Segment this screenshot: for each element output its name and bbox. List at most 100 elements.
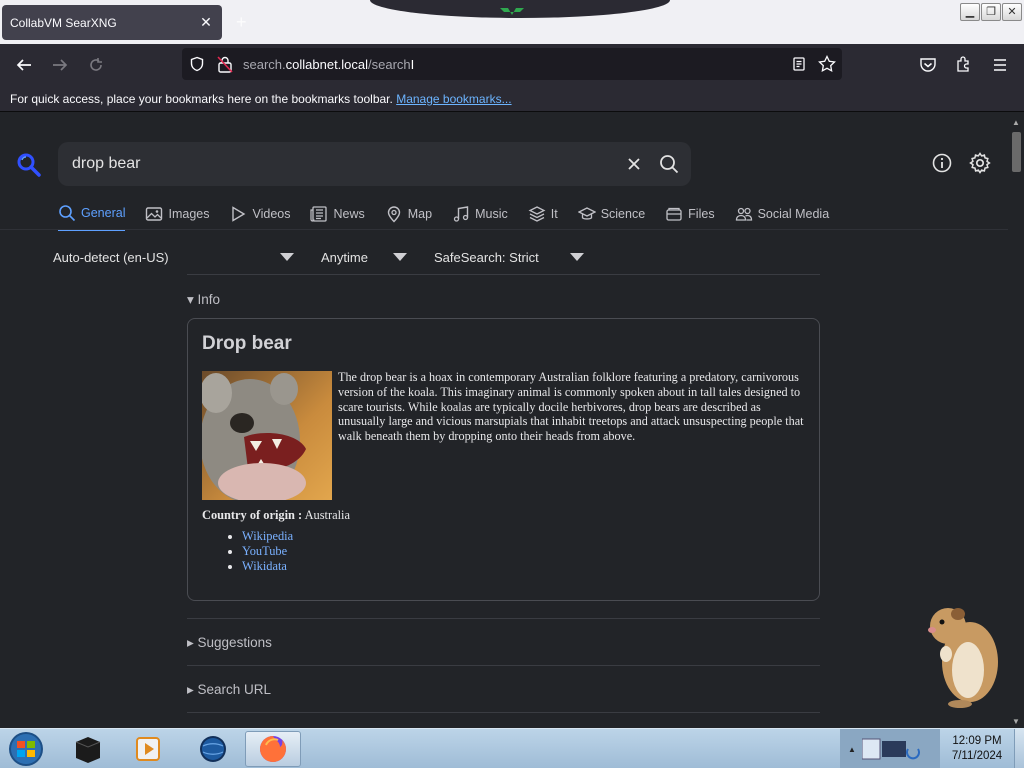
clock-date: 7/11/2024 — [951, 750, 1003, 762]
infobox-description: The drop bear is a hoax in contemporary … — [338, 370, 804, 444]
new-tab-button[interactable]: + — [236, 12, 247, 33]
wikipedia-link[interactable]: Wikipedia — [242, 529, 293, 543]
tab-files-label: Files — [688, 207, 715, 221]
tab-music-label: Music — [475, 207, 508, 221]
insecure-lock-icon[interactable] — [217, 55, 233, 73]
clear-search-icon[interactable] — [626, 156, 642, 172]
arrow-right-icon — [53, 59, 68, 71]
title-bar: CollabVM SearXNG ✕ + ▁ ❐ ✕ — [0, 0, 1024, 44]
tab-music[interactable]: Music — [452, 204, 508, 231]
search-box: drop bear — [58, 142, 691, 186]
taskbar-terminal[interactable] — [60, 731, 116, 767]
firefox-icon — [260, 736, 286, 762]
search-url-toggle[interactable]: ▸ Search URL — [187, 682, 271, 698]
minimize-button[interactable]: ▁ — [960, 3, 980, 21]
tab-images-label: Images — [168, 207, 210, 221]
tab-close-icon[interactable]: ✕ — [198, 14, 214, 30]
info-icon[interactable] — [931, 152, 953, 174]
reload-button[interactable] — [84, 53, 108, 77]
header-divider — [0, 229, 1008, 230]
wikidata-link[interactable]: Wikidata — [242, 559, 287, 573]
shield-icon[interactable] — [189, 56, 205, 72]
tab-files[interactable]: Files — [665, 204, 715, 231]
map-pin-icon — [387, 206, 400, 223]
taskbar-media-player[interactable] — [120, 731, 176, 767]
tab-general[interactable]: General — [58, 204, 126, 231]
section-divider — [187, 618, 820, 619]
drop-bear-image[interactable] — [202, 371, 332, 500]
bookmark-star-icon[interactable] — [818, 55, 836, 73]
attribute-value: Australia — [304, 508, 350, 522]
tab-social-media[interactable]: Social Media — [735, 204, 830, 231]
youtube-link[interactable]: YouTube — [242, 544, 287, 558]
back-button[interactable] — [12, 53, 36, 77]
bookmarks-hint: For quick access, place your bookmarks h… — [10, 92, 393, 106]
media-player-icon — [136, 737, 160, 761]
url-domain: collabnet.local — [285, 57, 369, 72]
forward-button[interactable] — [48, 53, 72, 77]
time-range-select[interactable]: Anytime — [321, 250, 368, 265]
infobox-attribute: Country of origin : Australia — [202, 508, 350, 523]
list-item: YouTube — [242, 544, 293, 559]
image-icon — [146, 207, 163, 221]
scroll-up-icon[interactable]: ▲ — [1012, 118, 1020, 127]
url-subdomain: search. — [243, 57, 286, 72]
hamster-mascot-image[interactable] — [920, 600, 1004, 710]
safesearch-select[interactable]: SafeSearch: Strict — [434, 250, 539, 265]
pocket-icon[interactable] — [919, 56, 937, 74]
page-scrollbar[interactable]: ▲ ▼ — [1008, 112, 1024, 728]
show-desktop-button[interactable] — [1014, 729, 1024, 768]
list-item: Wikipedia — [242, 529, 293, 544]
scroll-down-icon[interactable]: ▼ — [1012, 717, 1020, 726]
suggestions-toggle[interactable]: ▸ Suggestions — [187, 635, 272, 651]
close-window-button[interactable]: ✕ — [1002, 3, 1022, 21]
scroll-thumb[interactable] — [1012, 132, 1021, 172]
taskbar-clock[interactable]: 12:09 PM 7/11/2024 — [942, 734, 1012, 764]
url-text[interactable]: search.collabnet.local/searchI — [243, 57, 414, 72]
layers-icon — [528, 206, 546, 222]
tray-program-icon[interactable] — [862, 737, 920, 761]
extensions-icon[interactable] — [955, 55, 973, 73]
tab-images[interactable]: Images — [145, 204, 209, 231]
infobox: Drop bear The drop bear is a hoax in con… — [187, 318, 820, 601]
tab-videos[interactable]: Videos — [229, 204, 290, 231]
language-select[interactable]: Auto-detect (en-US) — [53, 250, 169, 265]
restore-button[interactable]: ❐ — [981, 3, 1001, 21]
tray-expand-icon[interactable]: ▲ — [848, 745, 856, 754]
chevron-down-icon[interactable] — [393, 253, 407, 261]
search-submit-icon[interactable] — [658, 153, 680, 175]
files-icon — [666, 207, 682, 221]
tab-map[interactable]: Map — [385, 204, 432, 231]
searxng-logo-icon[interactable] — [16, 152, 42, 178]
start-orb-icon[interactable] — [6, 730, 46, 768]
search-input[interactable]: drop bear — [72, 155, 141, 173]
vm-indicator-icon — [500, 8, 524, 15]
tab-collabvm-searxng[interactable]: CollabVM SearXNG ✕ — [2, 5, 222, 40]
manage-bookmarks-link[interactable]: Manage bookmarks... — [396, 92, 511, 106]
reload-icon — [90, 58, 102, 71]
taskbar-browser[interactable] — [185, 731, 241, 767]
tab-it[interactable]: It — [528, 204, 558, 231]
settings-gear-icon[interactable] — [968, 151, 992, 175]
tab-news[interactable]: News — [310, 204, 365, 231]
url-bar[interactable]: search.collabnet.local/searchI — [182, 48, 842, 80]
tab-it-label: It — [550, 207, 558, 221]
taskbar-firefox[interactable] — [245, 731, 301, 767]
system-tray: ▲ — [840, 729, 940, 768]
chevron-down-icon[interactable] — [280, 253, 294, 261]
globe-icon — [200, 736, 226, 762]
people-icon — [735, 207, 752, 221]
tab-science[interactable]: Science — [577, 204, 645, 231]
school-icon — [577, 207, 596, 220]
bookmarks-toolbar: For quick access, place your bookmarks h… — [0, 86, 1024, 112]
section-divider — [187, 665, 820, 666]
clock-time: 12:09 PM — [952, 735, 1002, 747]
chevron-down-icon[interactable] — [570, 253, 584, 261]
list-item: Wikidata — [242, 559, 293, 574]
menu-icon[interactable] — [991, 56, 1009, 74]
play-icon — [232, 206, 246, 222]
tab-social-media-label: Social Media — [757, 207, 830, 221]
reader-view-icon[interactable] — [791, 56, 807, 72]
info-section-toggle[interactable]: ▾ Info — [187, 292, 220, 308]
filters-divider — [187, 274, 820, 275]
